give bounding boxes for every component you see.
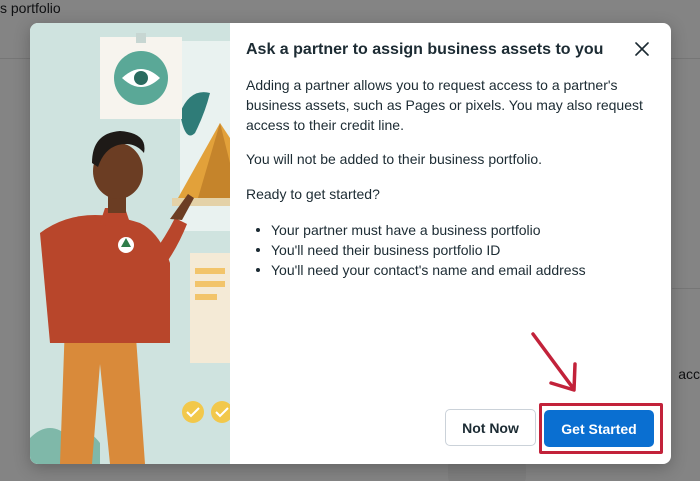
requirement-item: You'll need their business portfolio ID bbox=[246, 240, 656, 260]
description-paragraph: Adding a partner allows you to request a… bbox=[246, 77, 643, 133]
not-now-button[interactable]: Not Now bbox=[445, 409, 536, 446]
requirement-item: You'll need your contact's name and emai… bbox=[246, 260, 656, 280]
close-icon bbox=[634, 41, 650, 62]
dialog-title: Ask a partner to assign business assets … bbox=[246, 41, 604, 58]
partner-illustration bbox=[30, 23, 230, 464]
requirement-item: Your partner must have a business portfo… bbox=[246, 220, 656, 240]
dialog-content: Ask a partner to assign business assets … bbox=[230, 23, 671, 464]
requirements-list: Your partner must have a business portfo… bbox=[246, 220, 656, 280]
portfolio-note: You will not be added to their business … bbox=[246, 151, 543, 167]
get-started-button[interactable]: Get Started bbox=[544, 410, 654, 447]
partner-dialog: Ask a partner to assign business assets … bbox=[30, 23, 671, 464]
close-button[interactable] bbox=[628, 37, 656, 65]
ready-prompt: Ready to get started? bbox=[246, 186, 380, 202]
